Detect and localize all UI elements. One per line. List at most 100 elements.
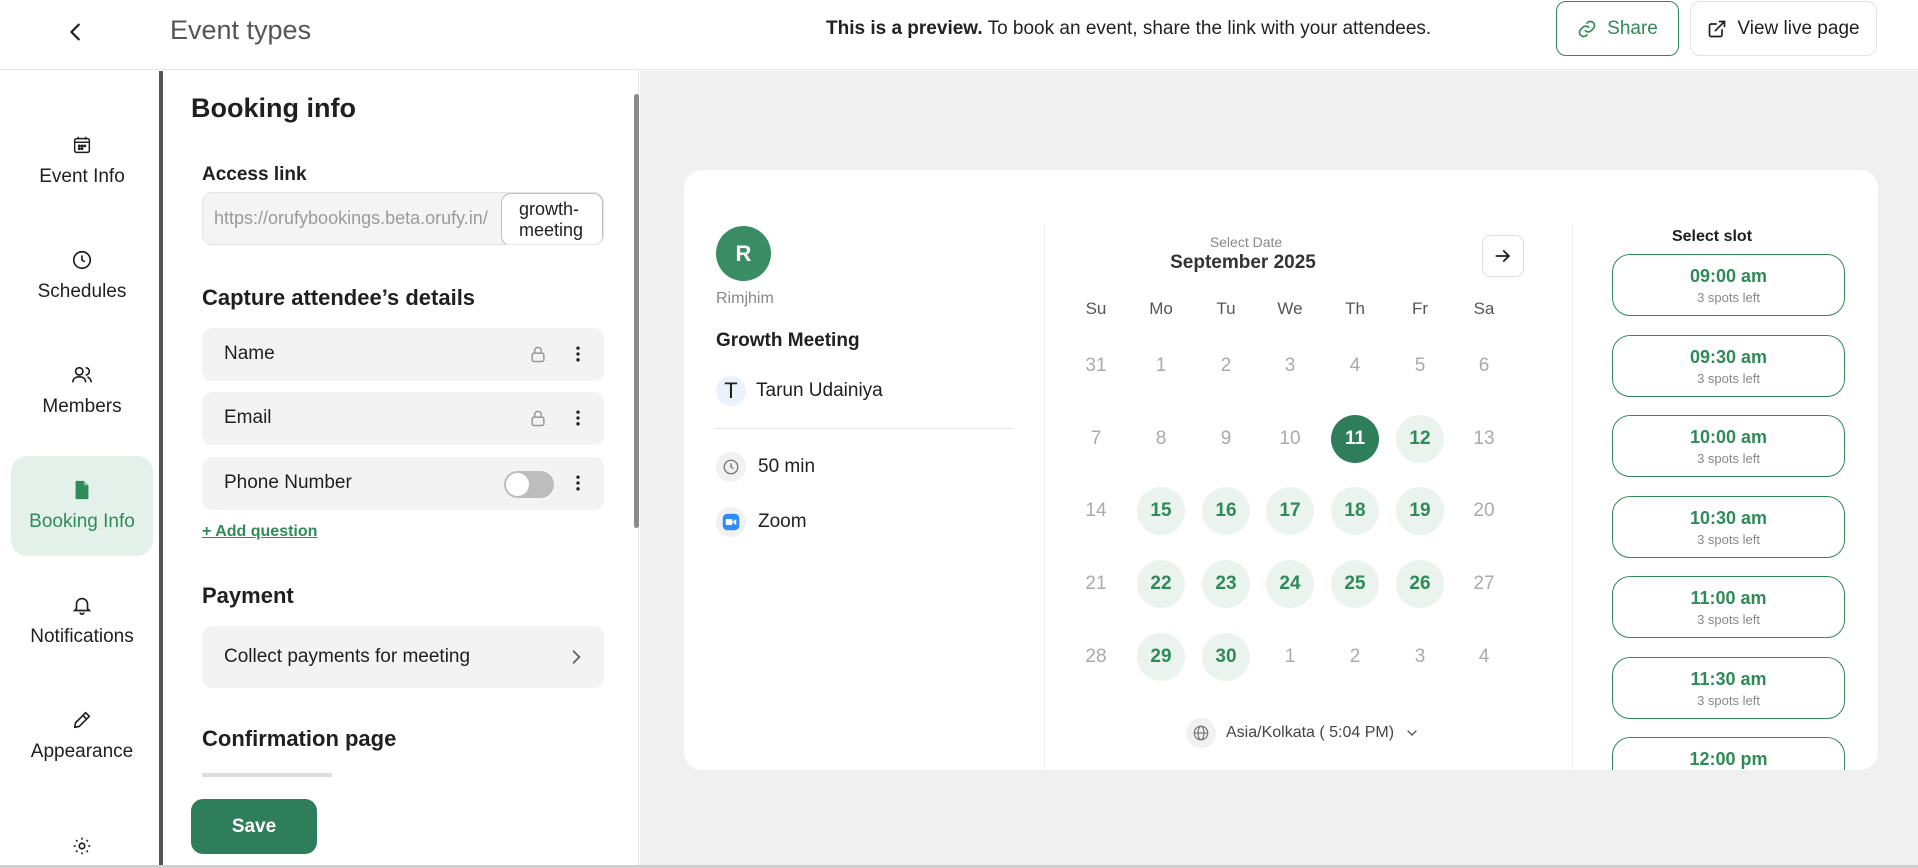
calendar-day[interactable]: 16 xyxy=(1202,487,1250,535)
divider xyxy=(716,428,1012,429)
calendar-day[interactable]: 15 xyxy=(1137,487,1185,535)
calendar-day: 27 xyxy=(1473,573,1495,594)
more-vertical-icon[interactable] xyxy=(568,406,588,430)
time-slot-button[interactable]: 10:30 am 3 spots left xyxy=(1612,495,1845,558)
slot-time: 09:00 am xyxy=(1689,266,1768,286)
phone-toggle[interactable] xyxy=(504,471,554,498)
panel-scrollbar[interactable] xyxy=(634,94,639,528)
access-link-slug-input[interactable]: growth-meeting xyxy=(501,193,603,244)
nav-label: Notifications xyxy=(30,626,134,647)
more-vertical-icon[interactable] xyxy=(568,471,588,495)
top-header: Event types This is a preview. To book a… xyxy=(0,0,1918,70)
slot-time: 11:30 am xyxy=(1690,668,1767,689)
collect-payments-row[interactable]: Collect payments for meeting xyxy=(202,626,604,688)
booking-info-panel: Booking info Access link https://orufybo… xyxy=(167,71,639,868)
lock-icon xyxy=(531,410,545,427)
calendar-day[interactable]: 30 xyxy=(1202,633,1250,681)
calendar-day[interactable]: 22 xyxy=(1137,560,1185,608)
nav-label: Booking Info xyxy=(29,511,135,532)
preview-notice: This is a preview. To book an event, sha… xyxy=(826,18,1431,40)
zoom-icon xyxy=(716,507,746,537)
access-link-label: Access link xyxy=(202,164,307,185)
nav-event-info[interactable]: Event Info xyxy=(11,111,153,211)
preview-notice-bold: This is a preview. xyxy=(826,18,983,39)
nav-members[interactable]: Members xyxy=(11,341,153,441)
slot-time: 12:00 pm xyxy=(1689,749,1768,769)
chevron-down-icon xyxy=(1407,730,1417,736)
time-slot-button[interactable]: 11:30 am 3 spots left xyxy=(1612,656,1845,719)
clock-icon xyxy=(716,452,746,482)
nav-appearance[interactable]: Appearance xyxy=(11,686,153,786)
calendar-day[interactable]: 24 xyxy=(1266,560,1314,608)
calendar-day[interactable]: 23 xyxy=(1202,560,1250,608)
field-row-name[interactable]: Name xyxy=(202,328,604,381)
nav-label: Schedules xyxy=(37,281,127,302)
time-slot-button[interactable]: 12:00 pm xyxy=(1612,737,1845,770)
member-name: Tarun Udainiya xyxy=(756,380,883,401)
time-slot-button[interactable]: 11:00 am 3 spots left xyxy=(1612,576,1845,638)
slot-spots-left: 3 spots left xyxy=(1697,531,1760,547)
time-slot-button[interactable]: 09:30 am 3 spots left xyxy=(1612,334,1845,397)
nav-schedules[interactable]: Schedules xyxy=(11,226,153,326)
field-name: Email xyxy=(224,407,272,428)
member-avatar: T xyxy=(716,376,746,406)
gear-icon xyxy=(73,837,91,855)
globe-icon xyxy=(1186,718,1216,748)
weekday-label: Mo xyxy=(1149,299,1173,318)
weekday-label: Su xyxy=(1085,299,1107,318)
weekday-label: Fr xyxy=(1411,299,1429,318)
calendar-day[interactable]: 19 xyxy=(1396,487,1444,535)
calendar-day: 13 xyxy=(1473,428,1495,449)
field-row-email[interactable]: Email xyxy=(202,392,604,445)
calendar-day[interactable]: 29 xyxy=(1137,633,1185,681)
share-button[interactable]: Share xyxy=(1556,1,1679,56)
nav-booking-info[interactable]: Booking Info xyxy=(11,456,153,556)
member-row: T Tarun Udainiya xyxy=(716,376,883,406)
calendar-day: 1 xyxy=(1155,355,1167,376)
arrow-right-icon xyxy=(1495,250,1510,262)
next-month-button[interactable] xyxy=(1482,235,1524,277)
calendar-day: 3 xyxy=(1414,646,1426,667)
calendar-day-selected[interactable]: 11 xyxy=(1331,415,1379,463)
left-nav: Event Info Schedules Members Booking Inf… xyxy=(0,71,163,868)
calendar-day: 2 xyxy=(1220,355,1232,376)
calendar-day: 8 xyxy=(1155,428,1167,449)
calendar-day[interactable]: 12 xyxy=(1396,415,1444,463)
calendar-day: 9 xyxy=(1220,428,1232,449)
calendar-day[interactable]: 18 xyxy=(1331,487,1379,535)
back-button[interactable] xyxy=(58,14,94,50)
more-vertical-icon[interactable] xyxy=(568,342,588,366)
save-button[interactable]: Save xyxy=(191,799,317,854)
timezone-selector[interactable]: Asia/Kolkata ( 5:04 PM) xyxy=(1186,718,1420,748)
calendar-day: 31 xyxy=(1085,355,1107,376)
bell-icon xyxy=(72,597,92,615)
location-row: Zoom xyxy=(716,507,807,537)
slot-time: 11:00 am xyxy=(1690,588,1767,608)
time-slot-button[interactable]: 10:00 am 3 spots left xyxy=(1612,415,1845,477)
calendar-day: 3 xyxy=(1284,355,1296,376)
field-name: Phone Number xyxy=(224,472,352,493)
calendar-subtitle: Select Date xyxy=(1209,234,1283,250)
calendar-day: 5 xyxy=(1414,355,1426,376)
calendar-icon xyxy=(73,136,91,154)
clock-icon xyxy=(72,250,92,270)
calendar-day: 20 xyxy=(1473,500,1495,521)
calendar-day[interactable]: 25 xyxy=(1331,560,1379,608)
nav-notifications[interactable]: Notifications xyxy=(11,571,153,671)
add-question-link[interactable]: + Add question xyxy=(202,523,317,541)
weekday-label: We xyxy=(1277,299,1303,318)
time-slot-button[interactable]: 09:00 am 3 spots left xyxy=(1612,254,1845,316)
calendar-day[interactable]: 26 xyxy=(1396,560,1444,608)
view-live-page-button[interactable]: View live page xyxy=(1690,1,1877,56)
calendar-day[interactable]: 17 xyxy=(1266,487,1314,535)
calendar-day: 6 xyxy=(1478,355,1490,376)
event-title: Growth Meeting xyxy=(716,330,860,351)
calendar-day: 28 xyxy=(1085,646,1107,667)
nav-settings[interactable] xyxy=(11,801,153,868)
nav-label: Event Info xyxy=(39,166,125,187)
pencil-icon xyxy=(73,711,91,729)
location-text: Zoom xyxy=(758,511,807,532)
host-avatar: R xyxy=(716,226,771,281)
duration-row: 50 min xyxy=(716,452,815,482)
field-row-phone[interactable]: Phone Number xyxy=(202,457,604,510)
